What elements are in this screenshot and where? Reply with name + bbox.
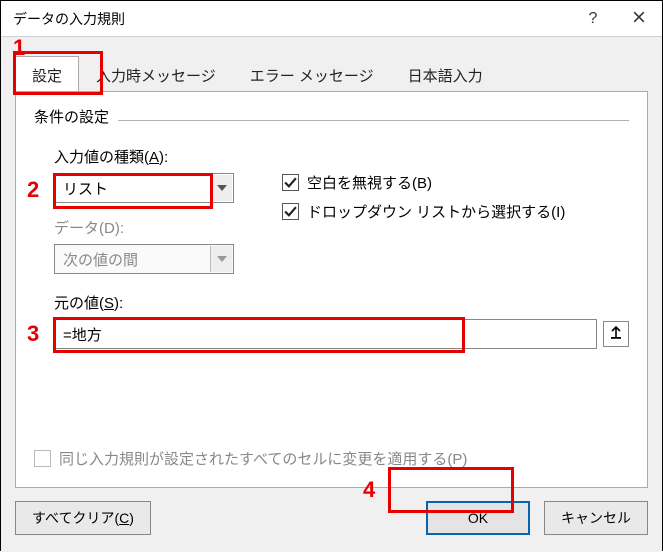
dialog-footer: すべてクリア(C) OK キャンセル [15,498,648,538]
tab-ime[interactable]: 日本語入力 [391,56,500,95]
help-icon: ? [589,10,598,28]
dialog-body: 設定 入力時メッセージ エラー メッセージ 日本語入力 条件の設定 入力値の種類… [1,37,662,552]
titlebar: データの入力規則 ? [1,1,662,37]
tab-error-alert[interactable]: エラー メッセージ [233,56,391,95]
in-cell-dropdown-label: ドロップダウン リストから選択する(I) [307,201,565,222]
criteria-row: 入力値の種類(A): リスト データ(D): 次の値の間 [54,146,629,274]
allow-label: 入力値の種類(A): [54,146,264,167]
source-input[interactable]: =地方 [54,319,597,349]
clear-all-button[interactable]: すべてクリア(C) [15,501,151,535]
ignore-blank-label: 空白を無視する(B) [307,172,432,193]
close-button[interactable] [616,1,662,37]
ignore-blank-checkbox[interactable]: 空白を無視する(B) [282,172,565,193]
criteria-group-title: 条件の設定 [34,106,109,127]
ok-button[interactable]: OK [426,501,530,535]
checkbox-icon [282,203,299,220]
chevron-down-icon [210,175,232,201]
source-input-value: =地方 [63,324,102,345]
tab-strip: 設定 入力時メッセージ エラー メッセージ 日本語入力 [15,55,500,94]
in-cell-dropdown-checkbox[interactable]: ドロップダウン リストから選択する(I) [282,201,565,222]
checkbox-icon [34,450,51,467]
help-button[interactable]: ? [570,1,616,37]
window-title: データの入力規則 [13,9,570,29]
range-picker-icon [609,325,623,344]
source-label: 元の値(S): [54,292,629,313]
apply-same-label: 同じ入力規則が設定されたすべてのセルに変更を適用する(P) [59,448,467,469]
data-label: データ(D): [54,217,264,238]
range-picker-button[interactable] [603,321,629,347]
settings-panel: 条件の設定 入力値の種類(A): リスト データ(D): [15,91,648,488]
close-icon [633,10,645,28]
checkbox-icon [282,174,299,191]
chevron-down-icon [210,246,232,272]
allow-dropdown-value: リスト [63,178,108,199]
allow-dropdown[interactable]: リスト [54,173,234,203]
dialog-data-validation: データの入力規則 ? 設定 入力時メッセージ エラー メッセージ 日本語入力 条… [0,0,663,551]
criteria-group-separator [118,120,629,121]
data-dropdown: 次の値の間 [54,244,234,274]
data-dropdown-value: 次の値の間 [63,249,138,270]
tab-settings[interactable]: 設定 [15,56,79,95]
cancel-button[interactable]: キャンセル [544,501,648,535]
tab-input-message[interactable]: 入力時メッセージ [79,56,233,95]
apply-same-checkbox: 同じ入力規則が設定されたすべてのセルに変更を適用する(P) [34,448,467,469]
